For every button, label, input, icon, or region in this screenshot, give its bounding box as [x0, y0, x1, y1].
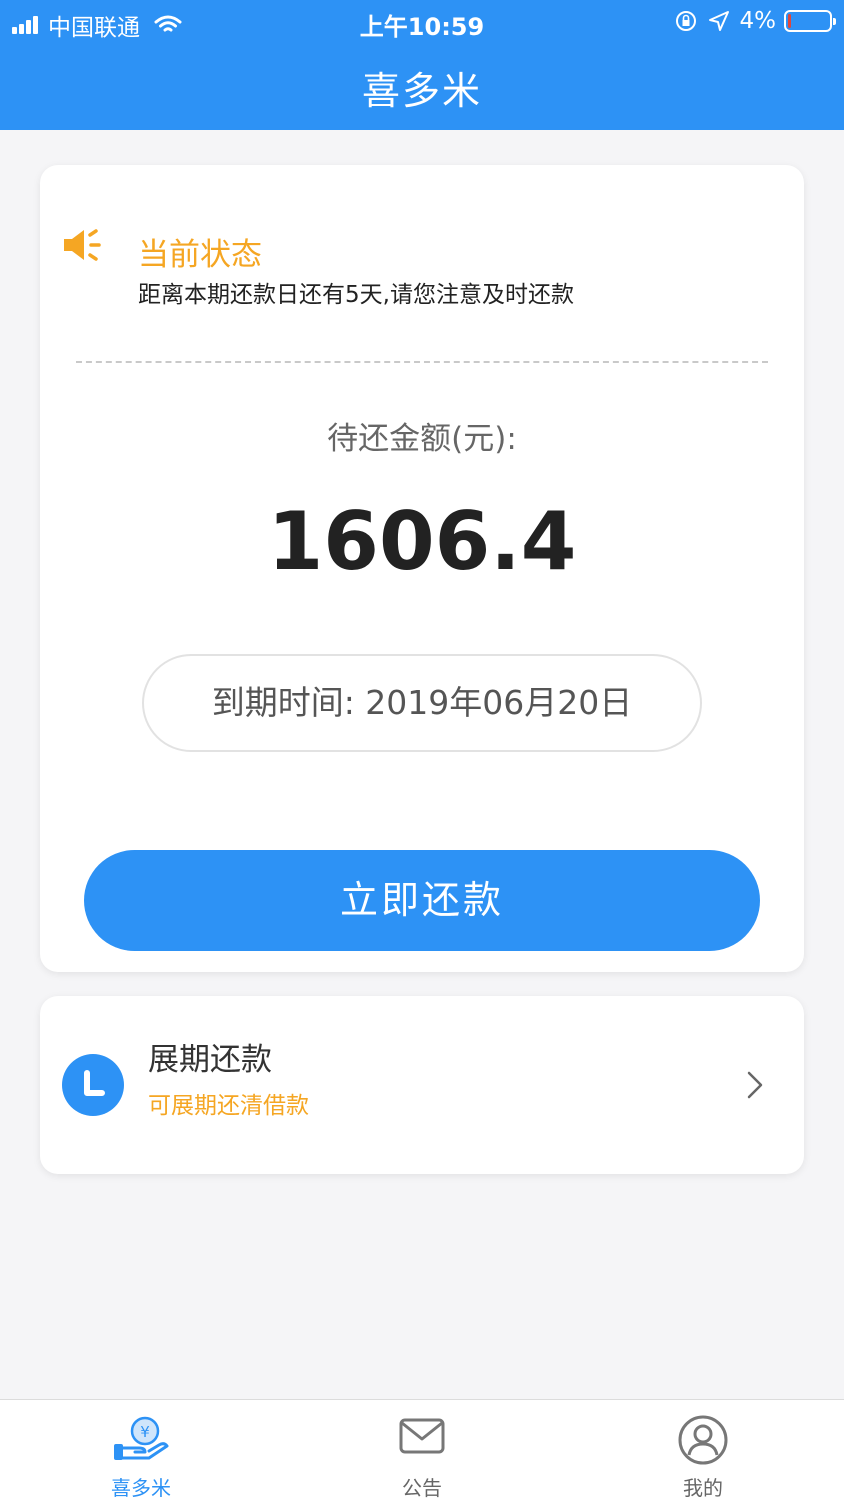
clock-icon: [62, 1054, 124, 1116]
battery-level: [788, 14, 791, 28]
yen-hand-icon: ¥: [41, 1414, 241, 1464]
extension-repayment-card[interactable]: 展期还款 可展期还清借款: [40, 996, 804, 1174]
dashed-divider: [76, 361, 768, 363]
amount-label: 待还金额(元):: [327, 421, 517, 457]
tab-notice[interactable]: 公告: [322, 1400, 522, 1500]
page-title: 喜多米: [361, 69, 482, 113]
due-date-pill: 到期时间: 2019年06月20日: [142, 654, 702, 752]
tab-label-notice: 公告: [402, 1476, 442, 1500]
extension-title: 展期还款: [148, 1042, 272, 1078]
speaker-icon: [64, 229, 101, 261]
chevron-right-icon: [747, 1071, 763, 1099]
pay-now-button[interactable]: 立即还款: [84, 850, 760, 951]
tab-label-profile: 我的: [683, 1476, 723, 1500]
tab-home[interactable]: ¥ 喜多米: [41, 1400, 241, 1500]
rotation-lock-icon: [675, 11, 696, 31]
svg-text:¥: ¥: [140, 1423, 150, 1441]
tab-bar: ¥ 喜多米 公告 我的: [0, 1399, 844, 1500]
amount-due-value: 1606.4: [267, 495, 577, 588]
battery-percent: 4%: [739, 8, 777, 34]
location-arrow-icon: [708, 11, 729, 31]
status-title: 当前状态: [138, 237, 262, 273]
status-bar-right: 4%: [674, 8, 836, 34]
status-bar: 中国联通 上午10:59 4%: [0, 0, 844, 44]
app-header: 中国联通 上午10:59 4% 喜多米: [0, 0, 844, 130]
battery-icon: [784, 10, 836, 32]
extension-subtitle: 可展期还清借款: [148, 1093, 309, 1119]
tab-label-home: 喜多米: [111, 1476, 171, 1500]
status-message: 距离本期还款日还有5天,请您注意及时还款: [138, 282, 574, 308]
tab-profile[interactable]: 我的: [603, 1400, 803, 1500]
envelope-icon: [322, 1414, 522, 1464]
user-icon: [603, 1414, 803, 1465]
repayment-card: 当前状态 距离本期还款日还有5天,请您注意及时还款 待还金额(元): 1606.…: [40, 165, 804, 972]
